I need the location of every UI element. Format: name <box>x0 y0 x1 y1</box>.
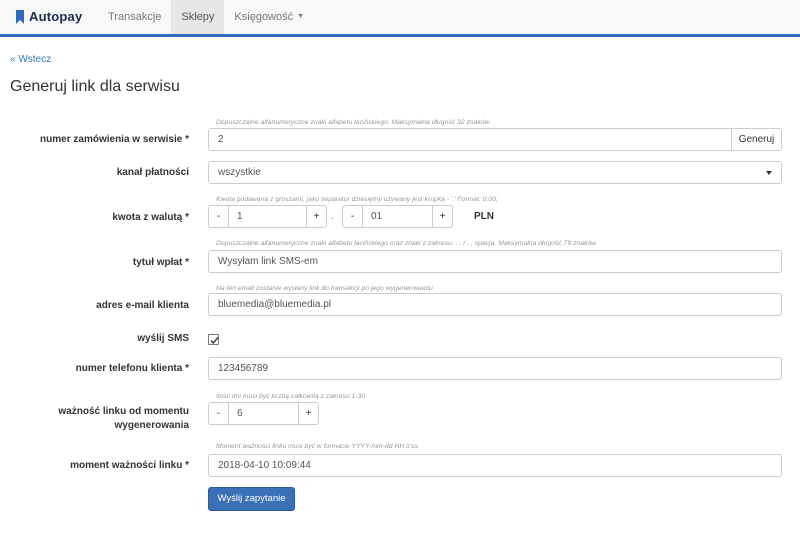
expiry-label: moment ważności linku * <box>70 460 189 471</box>
order-number-hint: Dopuszczalne alfanumeryczne znaki alfabe… <box>216 119 490 126</box>
validity-increment-button[interactable]: + <box>298 402 319 425</box>
amount-cents-input[interactable]: 01 <box>363 205 432 228</box>
validity-label-line1: ważność linku od momentu <box>58 406 189 417</box>
title-input[interactable]: Wysyłam link SMS-em <box>208 250 782 273</box>
nav-item-ksiegowosc[interactable]: Księgowość ▼ <box>224 0 314 34</box>
validity-label: ważność linku od momentu wygenerowania <box>9 405 189 433</box>
nav-item-transakcje[interactable]: Transakcje <box>98 0 171 34</box>
email-hint: Na ten email zostanie wysłany link do tr… <box>216 285 433 292</box>
currency-label: PLN <box>474 211 494 222</box>
nav-item-label: Księgowość <box>234 11 294 23</box>
send-sms-checkbox[interactable] <box>208 334 219 345</box>
payment-channel-label: kanał płatności <box>116 167 189 178</box>
email-input[interactable]: bluemedia@bluemedia.pl <box>208 293 782 316</box>
amount-whole-stepper: - 1 + <box>208 205 327 228</box>
back-link[interactable]: « Wstecz <box>10 54 51 65</box>
amount-label: kwota z walutą * <box>112 212 189 223</box>
generate-button[interactable]: Generuj <box>731 128 782 151</box>
submit-button[interactable]: Wyślij zapytanie <box>208 487 295 511</box>
page-title: Generuj link dla serwisu <box>10 78 180 95</box>
caret-down-icon: ▼ <box>297 13 305 21</box>
order-number-label: numer zamówienia w serwisie * <box>40 134 189 145</box>
expiry-hint: Moment ważności linku musi być w formaci… <box>216 443 418 450</box>
amount-whole-decrement-button[interactable]: - <box>208 205 229 228</box>
main-nav: Transakcje Sklepy Księgowość ▼ <box>98 0 314 34</box>
amount-whole-increment-button[interactable]: + <box>306 205 327 228</box>
amount-cents-decrement-button[interactable]: - <box>342 205 363 228</box>
send-sms-label: wyślij SMS <box>137 333 189 344</box>
amount-hint: Kwota podawana z groszami, jako separato… <box>216 196 498 203</box>
expiry-input[interactable]: 2018-04-10 10:09:44 <box>208 454 782 477</box>
email-label: adres e-mail klienta <box>96 300 189 311</box>
phone-input[interactable]: 123456789 <box>208 357 782 380</box>
validity-decrement-button[interactable]: - <box>208 402 229 425</box>
bookmark-icon <box>16 9 24 24</box>
payment-channel-select[interactable]: wszystkie <box>208 161 782 184</box>
chevron-down-icon <box>766 171 772 175</box>
amount-cents-increment-button[interactable]: + <box>432 205 453 228</box>
navbar: Autopay Transakcje Sklepy Księgowość ▼ <box>0 0 800 37</box>
checkmark-icon <box>210 337 219 345</box>
order-number-input[interactable]: 2 <box>208 128 732 151</box>
validity-hint: Ilość dni musi być liczbą całkowitą z za… <box>216 393 366 400</box>
validity-stepper: - 6 + <box>208 402 319 425</box>
validity-label-line2: wygenerowania <box>114 420 189 431</box>
brand-logo[interactable]: Autopay <box>15 9 82 24</box>
phone-label: numer telefonu klienta * <box>75 363 189 374</box>
validity-input[interactable]: 6 <box>229 402 298 425</box>
nav-item-sklepy[interactable]: Sklepy <box>171 0 225 34</box>
payment-channel-value: wszystkie <box>218 167 261 178</box>
title-hint: Dopuszczalne alfanumeryczne znaki alfabe… <box>216 240 597 247</box>
decimal-separator: . <box>331 211 334 222</box>
brand-name: Autopay <box>29 9 83 24</box>
title-label: tytuł wpłat * <box>132 257 189 268</box>
amount-whole-input[interactable]: 1 <box>229 205 306 228</box>
amount-cents-stepper: - 01 + <box>342 205 453 228</box>
